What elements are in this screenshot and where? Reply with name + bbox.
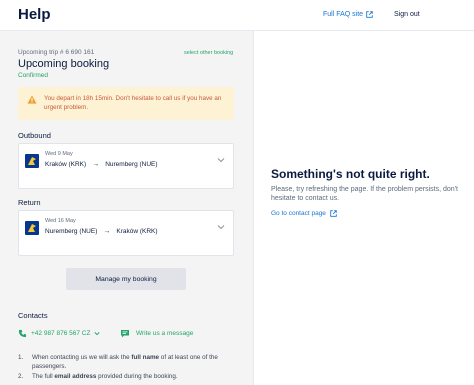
booking-title: Upcoming booking — [18, 58, 110, 70]
instruction-item: 2. The full email address provided durin… — [18, 373, 178, 380]
external-link-icon — [330, 210, 337, 217]
manage-booking-button[interactable]: Manage my booking — [66, 268, 186, 290]
phone-selector[interactable]: +42 987 876 567 CZ — [18, 329, 101, 338]
select-other-booking-link[interactable]: select other booking — [184, 50, 233, 56]
outbound-date: Wed 9 May — [45, 151, 73, 157]
return-date: Wed 16 May — [45, 218, 76, 224]
chevron-down-icon — [94, 332, 101, 336]
outbound-route: Kraków (KRK) → Nuremberg (NUE) — [45, 161, 158, 168]
top-bar: Help Full FAQ site Sign out — [0, 0, 474, 31]
contact-page-label: Go to contact page — [271, 210, 326, 217]
airline-logo — [25, 154, 39, 168]
outbound-origin: Kraków (KRK) — [45, 161, 87, 168]
return-label: Return — [18, 198, 41, 207]
faq-link-label: Full FAQ site — [323, 11, 364, 18]
outbound-destination: Nuremberg (NUE) — [105, 161, 158, 168]
sign-out-button[interactable]: Sign out — [394, 11, 420, 18]
outbound-label: Outbound — [18, 131, 51, 140]
external-link-icon — [366, 11, 373, 18]
contacts-title: Contacts — [18, 311, 48, 320]
departure-alert: You depart in 18h 15min. Don't hesitate … — [18, 87, 234, 120]
contact-page-link[interactable]: Go to contact page — [271, 210, 337, 217]
contact-instructions: 1. When contacting us we will ask the fu… — [18, 353, 243, 382]
arrow-right-icon: → — [92, 161, 100, 168]
harp-icon — [28, 224, 36, 232]
outbound-flight-card[interactable]: Wed 9 May Kraków (KRK) → Nuremberg (NUE) — [18, 143, 234, 189]
instruction-item: 1. When contacting us we will ask the fu… — [18, 354, 218, 370]
chat-icon — [121, 330, 129, 338]
page-title: Help — [18, 6, 51, 23]
chevron-down-icon[interactable] — [217, 157, 225, 163]
faq-link[interactable]: Full FAQ site — [323, 11, 373, 18]
return-origin: Nuremberg (NUE) — [45, 228, 98, 235]
phone-number: +42 987 876 567 CZ — [31, 330, 91, 337]
write-message-link[interactable]: Write us a message — [120, 329, 193, 338]
write-message-label: Write us a message — [136, 330, 194, 337]
chevron-down-icon[interactable] — [217, 224, 225, 230]
error-title: Something's not quite right. — [271, 167, 430, 181]
content-panel — [253, 31, 474, 385]
phone-icon — [18, 329, 27, 338]
arrow-right-icon: → — [103, 228, 111, 235]
error-message: Please, try refreshing the page. If the … — [271, 186, 458, 202]
airline-logo — [25, 221, 39, 235]
status-badge: Confirmed — [18, 72, 48, 79]
alert-message: You depart in 18h 15min. Don't hesitate … — [44, 95, 222, 111]
warning-icon — [27, 95, 37, 104]
trip-number: Upcoming trip # 6 690 161 — [18, 49, 95, 56]
return-route: Nuremberg (NUE) → Kraków (KRK) — [45, 228, 158, 235]
return-destination: Kraków (KRK) — [116, 228, 158, 235]
return-flight-card[interactable]: Wed 16 May Nuremberg (NUE) → Kraków (KRK… — [18, 210, 234, 256]
harp-icon — [28, 157, 36, 165]
